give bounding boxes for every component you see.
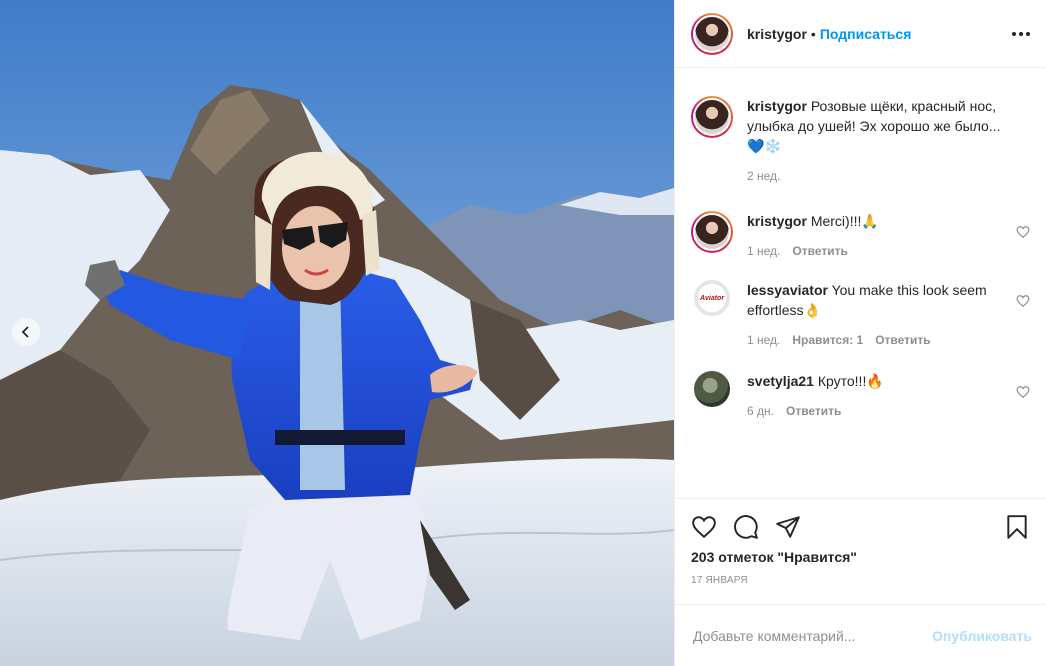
previous-photo-button[interactable] <box>12 318 40 346</box>
author-avatar[interactable] <box>691 12 733 55</box>
comment-body: Круто!!!🔥 <box>817 373 884 389</box>
comment-item: Aviator lessyaviator You make this look … <box>691 280 1030 347</box>
comment-item: kristygor Merci)!!!🙏 1 нед. Ответить <box>691 211 1030 258</box>
comment-body: Merci)!!!🙏 <box>810 213 879 229</box>
like-comment-icon[interactable] <box>1016 294 1030 308</box>
comment-icon[interactable] <box>733 514 759 540</box>
caption-text: kristygor Розовые щёки, красный нос, улы… <box>747 96 1004 156</box>
comment-username[interactable]: lessyaviator <box>747 282 828 298</box>
like-comment-icon[interactable] <box>1016 385 1030 399</box>
header-separator: • <box>810 25 816 42</box>
caption: kristygor Розовые щёки, красный нос, улы… <box>691 96 1030 183</box>
comment-avatar[interactable] <box>694 371 730 407</box>
photo-scene <box>0 0 674 666</box>
comment-username[interactable]: kristygor <box>747 213 807 229</box>
comment-time[interactable]: 1 нед. <box>747 333 780 347</box>
like-comment-icon[interactable] <box>1016 225 1030 239</box>
reply-button[interactable]: Ответить <box>792 244 847 258</box>
chevron-left-icon <box>21 326 29 338</box>
comment-avatar[interactable] <box>691 211 733 253</box>
comment-text: svetylja21 Круто!!!🔥 <box>747 371 1004 391</box>
caption-avatar[interactable] <box>691 96 733 138</box>
comment-item: svetylja21 Круто!!!🔥 6 дн. Ответить <box>691 371 1030 418</box>
post-photo[interactable] <box>0 0 674 666</box>
comment-time[interactable]: 6 дн. <box>747 404 774 418</box>
comment-text: lessyaviator You make this look seem eff… <box>747 280 1004 320</box>
post-actions: 203 отметок "Нравится" 17 января <box>675 498 1046 604</box>
comment-time[interactable]: 1 нед. <box>747 244 780 258</box>
reply-button[interactable]: Ответить <box>786 404 841 418</box>
comment-text: kristygor Merci)!!!🙏 <box>747 211 1004 231</box>
comment-input[interactable] <box>693 627 933 644</box>
comment-username[interactable]: svetylja21 <box>747 373 814 389</box>
more-options-icon[interactable] <box>1012 26 1030 42</box>
like-icon[interactable] <box>691 514 717 540</box>
likes-count[interactable]: 203 отметок "Нравится" <box>691 549 1030 565</box>
comment-avatar[interactable]: Aviator <box>694 280 730 316</box>
author-username[interactable]: kristygor <box>747 26 807 42</box>
add-comment-bar: Опубликовать <box>675 604 1046 666</box>
share-icon[interactable] <box>775 514 801 540</box>
post-header: kristygor • Подписаться <box>675 0 1046 68</box>
avatar-logo-text: Aviator <box>699 294 725 302</box>
post-side-panel: kristygor • Подписаться kristygor Розовы… <box>674 0 1046 666</box>
bookmark-icon[interactable] <box>1004 514 1030 540</box>
caption-time[interactable]: 2 нед. <box>747 169 780 183</box>
post-date[interactable]: 17 января <box>691 575 1030 586</box>
comment-likes-count[interactable]: Нравится: 1 <box>792 333 863 347</box>
follow-button[interactable]: Подписаться <box>820 26 912 42</box>
publish-button[interactable]: Опубликовать <box>932 628 1032 644</box>
caption-username[interactable]: kristygor <box>747 98 807 114</box>
comments-list: kristygor Розовые щёки, красный нос, улы… <box>675 68 1046 498</box>
reply-button[interactable]: Ответить <box>875 333 930 347</box>
